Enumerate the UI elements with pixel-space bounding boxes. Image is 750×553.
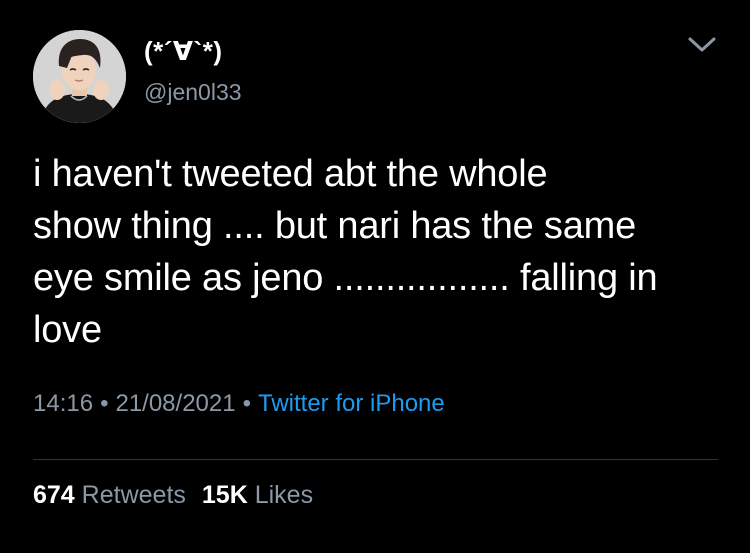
- chevron-down-icon: [688, 37, 716, 52]
- retweets-stat[interactable]: 674 Retweets: [33, 481, 186, 509]
- tweet-text: i haven't tweeted abt the whole show thi…: [33, 148, 723, 356]
- tweet-text-line: show thing .... but nari has the same: [33, 205, 637, 247]
- tweet-stats: 674 Retweets 15K Likes: [33, 481, 313, 510]
- tweet-text-line: i haven't tweeted abt the whole: [33, 153, 548, 195]
- retweets-count: 674: [33, 481, 75, 509]
- tweet-time[interactable]: 14:16: [33, 390, 93, 417]
- meta-separator: •: [100, 390, 109, 417]
- more-options-button[interactable]: [680, 28, 724, 62]
- tweet-text-line: eye smile as jeno ................. fall…: [33, 257, 658, 299]
- tweet-source-link[interactable]: Twitter for iPhone: [258, 390, 445, 417]
- tweet-card: (*´∀`*) @jen0l33 i haven't tweeted abt t…: [0, 0, 750, 553]
- likes-count: 15K: [201, 481, 248, 509]
- retweets-label: Retweets: [81, 481, 186, 509]
- display-name[interactable]: (*´∀`*): [144, 36, 223, 67]
- tweet-meta: 14:16 • 21/08/2021 • Twitter for iPhone: [33, 390, 445, 418]
- likes-stat[interactable]: 15K Likes: [202, 481, 313, 509]
- tweet-text-line: love: [33, 309, 102, 351]
- divider: [33, 459, 718, 460]
- likes-label: Likes: [254, 481, 314, 509]
- profile-photo-icon: [33, 30, 126, 123]
- user-handle[interactable]: @jen0l33: [144, 79, 242, 106]
- tweet-date[interactable]: 21/08/2021: [115, 390, 235, 417]
- avatar[interactable]: [33, 30, 126, 123]
- meta-separator: •: [242, 390, 251, 417]
